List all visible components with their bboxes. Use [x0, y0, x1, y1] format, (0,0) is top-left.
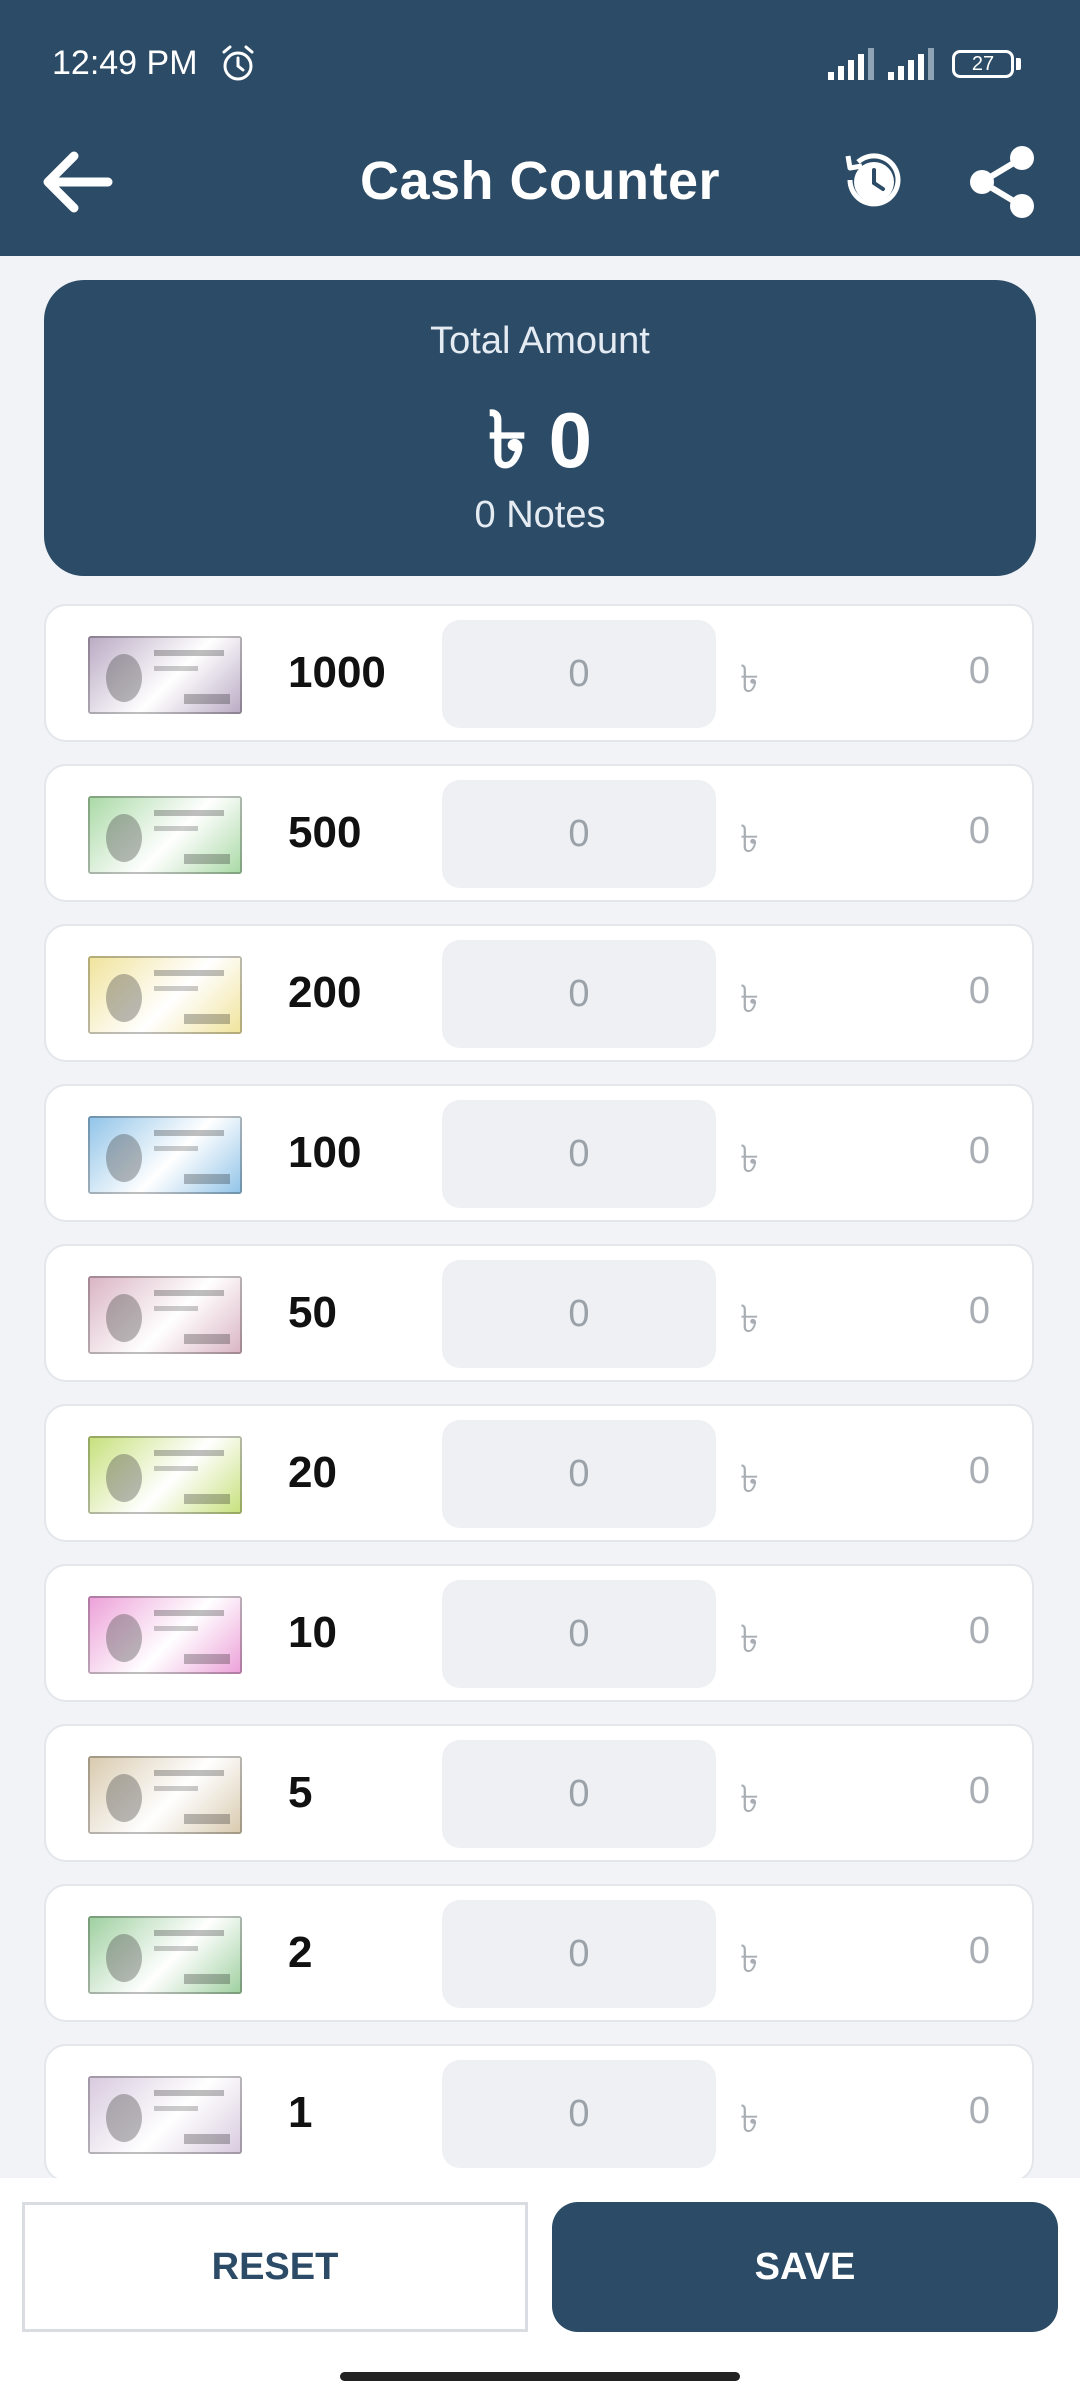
banknote-image: [88, 1916, 242, 1994]
share-icon[interactable]: [966, 144, 1040, 218]
row-subtotal: 0: [968, 1770, 990, 1812]
battery-tip: [1016, 58, 1021, 70]
banknote-image: [88, 1596, 242, 1674]
taka-symbol: ৳: [740, 2099, 759, 2141]
denomination-row: 1 0 ৳ 0: [44, 2044, 1034, 2182]
row-subtotal: 0: [968, 650, 990, 692]
banknote-image: [88, 1436, 242, 1514]
denomination-row: 10 0 ৳ 0: [44, 1564, 1034, 1702]
bottom-action-bar: RESET SAVE: [0, 2178, 1080, 2400]
row-subtotal: 0: [968, 1450, 990, 1492]
row-subtotal: 0: [968, 810, 990, 852]
taka-symbol: ৳: [740, 1139, 759, 1181]
total-notes-count: 0 Notes: [474, 494, 606, 536]
taka-symbol: ৳: [740, 819, 759, 861]
banknote-image: [88, 636, 242, 714]
denomination-row: 100 0 ৳ 0: [44, 1084, 1034, 1222]
taka-symbol: ৳: [740, 1459, 759, 1501]
row-subtotal: 0: [968, 1130, 990, 1172]
status-time: 12:49 PM: [52, 44, 198, 82]
denomination-row: 50 0 ৳ 0: [44, 1244, 1034, 1382]
reset-button[interactable]: RESET: [22, 2202, 528, 2332]
note-count-input[interactable]: 0: [442, 1580, 716, 1688]
taka-symbol: ৳: [740, 1619, 759, 1661]
note-count-input[interactable]: 0: [442, 1260, 716, 1368]
denomination-row: 2 0 ৳ 0: [44, 1884, 1034, 2022]
denomination-row: 200 0 ৳ 0: [44, 924, 1034, 1062]
row-subtotal: 0: [968, 1930, 990, 1972]
banknote-image: [88, 796, 242, 874]
denomination-row: 1000 0 ৳ 0: [44, 604, 1034, 742]
banknote-image: [88, 2076, 242, 2154]
note-count-input[interactable]: 0: [442, 620, 716, 728]
denomination-value: 50: [288, 1288, 337, 1337]
row-subtotal: 0: [968, 1610, 990, 1652]
note-count-input[interactable]: 0: [442, 1740, 716, 1848]
signal-icon: [828, 48, 874, 80]
app-bar: 12:49 PM 27 Cash Counter: [0, 0, 1080, 256]
taka-symbol: ৳: [740, 1299, 759, 1341]
denomination-row: 5 0 ৳ 0: [44, 1724, 1034, 1862]
denomination-value: 10: [288, 1608, 337, 1657]
denomination-value: 2: [288, 1928, 313, 1977]
alarm-icon: [222, 45, 254, 81]
total-summary-card: Total Amount ৳ 0 0 Notes: [44, 280, 1036, 576]
taka-symbol: ৳: [740, 1939, 759, 1981]
note-count-input[interactable]: 0: [442, 780, 716, 888]
total-amount-label: Total Amount: [430, 320, 650, 362]
denomination-value: 1000: [288, 648, 386, 697]
home-indicator[interactable]: [340, 2372, 740, 2381]
banknote-image: [88, 1756, 242, 1834]
taka-symbol: ৳: [740, 979, 759, 1021]
history-icon[interactable]: [836, 144, 908, 216]
note-count-input[interactable]: 0: [442, 1100, 716, 1208]
banknote-image: [88, 1276, 242, 1354]
battery-indicator: 27: [952, 50, 1014, 78]
taka-symbol: ৳: [740, 659, 759, 701]
note-count-input[interactable]: 0: [442, 1900, 716, 2008]
note-count-input[interactable]: 0: [442, 2060, 716, 2168]
denomination-value: 1: [288, 2088, 313, 2137]
denomination-value: 20: [288, 1448, 337, 1497]
banknote-image: [88, 1116, 242, 1194]
denomination-row: 500 0 ৳ 0: [44, 764, 1034, 902]
denomination-value: 100: [288, 1128, 362, 1177]
denomination-value: 200: [288, 968, 362, 1017]
save-button[interactable]: SAVE: [552, 2202, 1058, 2332]
denomination-value: 500: [288, 808, 362, 857]
banknote-image: [88, 956, 242, 1034]
row-subtotal: 0: [968, 2090, 990, 2132]
denomination-row: 20 0 ৳ 0: [44, 1404, 1034, 1542]
row-subtotal: 0: [968, 1290, 990, 1332]
note-count-input[interactable]: 0: [442, 1420, 716, 1528]
signal-icon-2: [888, 48, 934, 80]
denomination-value: 5: [288, 1768, 313, 1817]
total-amount-value: ৳ 0: [488, 396, 592, 484]
page-title: Cash Counter: [359, 151, 721, 211]
note-count-input[interactable]: 0: [442, 940, 716, 1048]
taka-symbol: ৳: [740, 1779, 759, 1821]
row-subtotal: 0: [968, 970, 990, 1012]
